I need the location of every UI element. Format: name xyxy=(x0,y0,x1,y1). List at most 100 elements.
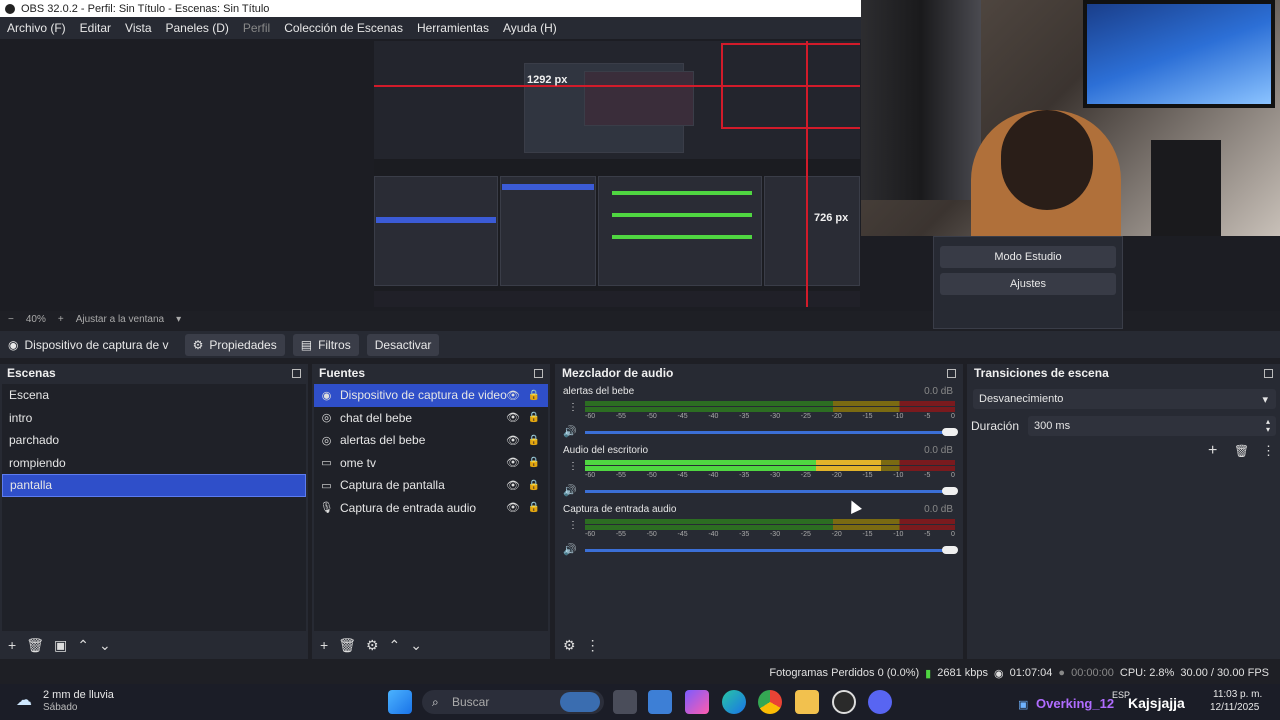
scale-tick: -10 xyxy=(893,413,904,420)
lock-icon[interactable]: 🔒 xyxy=(528,412,540,423)
gear-icon[interactable]: ⚙ xyxy=(563,637,576,654)
menu-ayuda[interactable]: Ayuda (H) xyxy=(503,21,557,35)
more-icon[interactable]: ⋮ xyxy=(568,461,578,472)
add-icon[interactable]: + xyxy=(1208,442,1217,460)
more-icon[interactable]: ⋮ xyxy=(568,520,578,531)
weather-icon[interactable]: ☁ xyxy=(16,690,32,710)
eye-icon[interactable]: 👁 xyxy=(506,434,520,447)
filter-icon[interactable]: ▣ xyxy=(54,637,67,654)
scene-item[interactable]: intro xyxy=(2,407,306,430)
tray-icon[interactable]: ▣ xyxy=(1018,698,1028,711)
volume-slider[interactable] xyxy=(585,490,947,493)
chevron-up-icon[interactable]: ⌃ xyxy=(389,637,401,654)
task-view-icon[interactable] xyxy=(613,690,637,714)
scale-tick: -45 xyxy=(677,413,688,420)
trash-icon[interactable]: 🗑 xyxy=(26,637,44,654)
undock-icon[interactable] xyxy=(534,368,543,378)
settings-button[interactable]: Ajustes xyxy=(940,273,1116,295)
chevron-up-icon[interactable]: ⌃ xyxy=(77,637,89,654)
scale-tick: -55 xyxy=(615,531,626,538)
eye-icon[interactable]: 👁 xyxy=(506,501,520,514)
chevron-down-icon[interactable]: ⌄ xyxy=(410,637,422,654)
volume-icon[interactable]: 🔊 xyxy=(563,484,577,497)
lock-icon[interactable]: 🔒 xyxy=(528,457,540,468)
undock-icon[interactable] xyxy=(947,368,956,378)
eye-icon[interactable]: 👁 xyxy=(506,411,520,424)
gear-icon[interactable]: ⚙ xyxy=(366,637,379,654)
transition-select[interactable]: Desvanecimiento ▾ xyxy=(973,389,1276,409)
volume-icon[interactable]: 🔊 xyxy=(563,543,577,556)
folder-icon[interactable] xyxy=(795,690,819,714)
clock-time[interactable]: 11:03 p. m. xyxy=(1213,689,1262,700)
source-item[interactable]: ▭ ome tv 👁 🔒 xyxy=(314,452,548,475)
menu-editar[interactable]: Editar xyxy=(80,21,111,35)
scale-tick: -50 xyxy=(646,413,657,420)
lock-icon[interactable]: 🔒 xyxy=(528,390,540,401)
stream-icon: ◉ xyxy=(993,667,1004,680)
more-icon[interactable]: ⋮ xyxy=(586,637,600,654)
deactivate-button[interactable]: Desactivar xyxy=(366,333,440,356)
scale-tick: -25 xyxy=(800,413,811,420)
properties-button[interactable]: ⚙ Propiedades xyxy=(184,333,285,356)
scene-item[interactable]: parchado xyxy=(2,429,306,452)
clock-date[interactable]: 12/11/2025 xyxy=(1210,702,1259,713)
source-item[interactable]: ▭ Captura de pantalla 👁 🔒 xyxy=(314,474,548,497)
lock-icon[interactable]: 🔒 xyxy=(528,435,540,446)
add-icon[interactable]: + xyxy=(8,637,16,653)
lock-icon[interactable]: 🔒 xyxy=(528,480,540,491)
scale-tick: -30 xyxy=(769,472,781,479)
obs-taskbar-icon[interactable] xyxy=(832,690,856,714)
source-item[interactable]: 🎙 Captura de entrada audio 👁 🔒 xyxy=(314,497,548,520)
store-icon[interactable] xyxy=(648,690,672,714)
eye-icon[interactable]: 👁 xyxy=(506,389,520,402)
scene-item-selected[interactable]: pantalla xyxy=(2,474,306,497)
trash-icon[interactable]: 🗑 xyxy=(338,637,356,654)
duration-input[interactable]: 300 ms ▴ ▾ xyxy=(1028,416,1276,436)
volume-slider[interactable] xyxy=(585,431,947,434)
selected-source-name: Dispositivo de captura de v xyxy=(24,337,169,352)
more-icon[interactable]: ⋮ xyxy=(1262,443,1275,459)
source-item[interactable]: ◉ Dispositivo de captura de video 👁 🔒 xyxy=(314,384,548,407)
volume-knob[interactable] xyxy=(942,428,958,436)
chevron-down-icon[interactable]: ⌄ xyxy=(99,637,111,654)
scene-item[interactable]: Escena xyxy=(2,384,306,407)
more-icon[interactable]: ⋮ xyxy=(568,402,578,413)
spinner-icon[interactable]: ▴ ▾ xyxy=(1266,418,1270,434)
source-item[interactable]: ◎ alertas del bebe 👁 🔒 xyxy=(314,429,548,452)
menu-coleccion[interactable]: Colección de Escenas xyxy=(284,21,403,35)
lock-icon[interactable]: 🔒 xyxy=(528,502,540,513)
zoom-out-icon[interactable]: − xyxy=(8,314,14,325)
volume-knob[interactable] xyxy=(942,546,958,554)
preview-canvas[interactable] xyxy=(374,41,860,307)
filters-button[interactable]: ▤ Filtros xyxy=(292,333,359,356)
filters-label: Filtros xyxy=(318,337,351,352)
chrome-icon[interactable] xyxy=(758,690,782,714)
scene-item[interactable]: rompiendo xyxy=(2,452,306,475)
add-icon[interactable]: + xyxy=(320,637,328,653)
menu-vista[interactable]: Vista xyxy=(125,21,151,35)
trash-icon[interactable]: 🗑 xyxy=(1234,444,1249,458)
menu-herramientas[interactable]: Herramientas xyxy=(417,21,489,35)
weather-title[interactable]: 2 mm de lluvia xyxy=(43,689,114,701)
chevron-down-icon[interactable]: ▾ xyxy=(176,314,181,325)
edge-icon[interactable] xyxy=(722,690,746,714)
language-indicator[interactable]: ESP xyxy=(1112,690,1130,700)
menu-paneles[interactable]: Paneles (D) xyxy=(166,21,229,35)
menu-archivo[interactable]: Archivo (F) xyxy=(7,21,66,35)
eye-icon[interactable]: 👁 xyxy=(506,479,520,492)
undock-icon[interactable] xyxy=(292,368,301,378)
fit-window-label[interactable]: Ajustar a la ventana xyxy=(76,314,164,325)
undock-icon[interactable] xyxy=(1264,368,1273,378)
source-item[interactable]: ◎ chat del bebe 👁 🔒 xyxy=(314,407,548,430)
studio-mode-button[interactable]: Modo Estudio xyxy=(940,246,1116,268)
eye-icon[interactable]: 👁 xyxy=(506,456,520,469)
zoom-in-icon[interactable]: + xyxy=(58,314,64,325)
search-highlight-icon xyxy=(560,692,600,712)
volume-slider[interactable] xyxy=(585,549,947,552)
discord-icon[interactable] xyxy=(868,690,892,714)
volume-knob[interactable] xyxy=(942,487,958,495)
volume-icon[interactable]: 🔊 xyxy=(563,425,577,438)
copilot-icon[interactable] xyxy=(685,690,709,714)
windows-start-icon[interactable] xyxy=(388,690,412,714)
scale-tick: -15 xyxy=(862,531,873,538)
